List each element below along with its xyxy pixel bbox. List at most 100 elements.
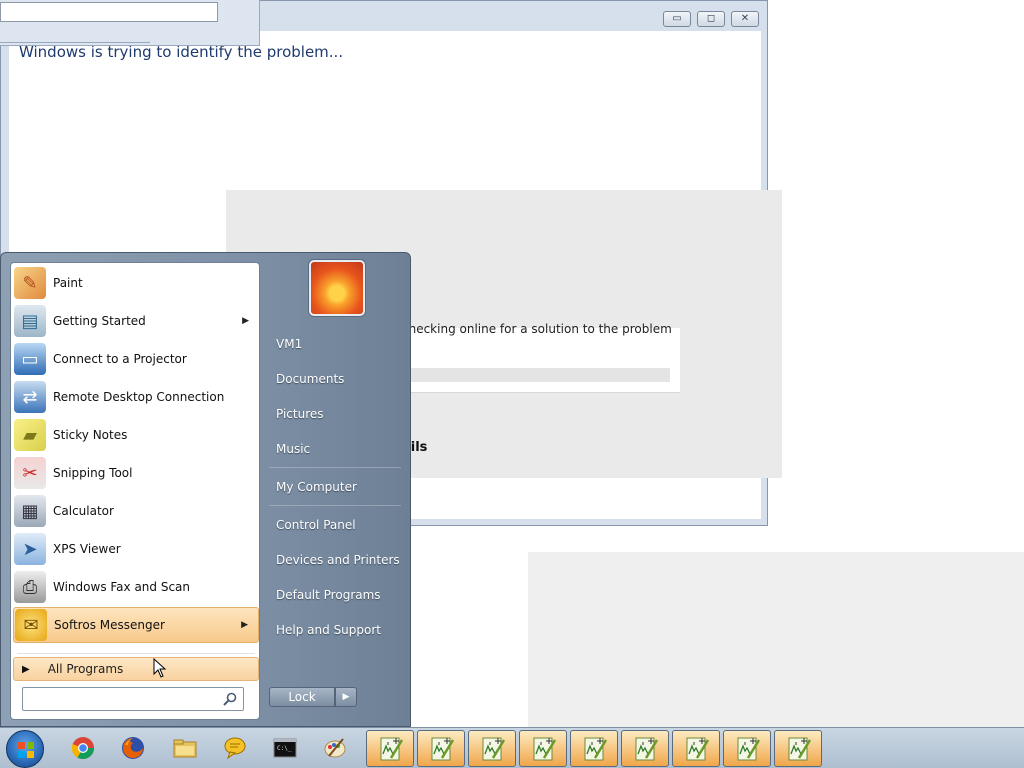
mouse-cursor-icon [153,658,167,678]
notepad-plus-icon [787,736,812,762]
start-right-item[interactable]: Help and Support [265,615,405,645]
start-menu: ✎ Paint ▤ Getting Started ▶ ▭ Connect to a Pro… [0,252,411,727]
program-item[interactable]: ⎙ Windows Fax and Scan [13,569,259,605]
paint-icon [323,736,347,762]
close-button[interactable]: ✕ [731,11,759,27]
file-explorer-icon [173,736,197,762]
start-right-item[interactable]: Documents [265,364,405,394]
program-item[interactable]: ⇄ Remote Desktop Connection [13,379,259,415]
svg-text:C:\_: C:\_ [277,745,292,752]
program-item[interactable]: ▰ Sticky Notes [13,417,259,453]
taskbar-button[interactable] [723,730,771,767]
dialog-text-field[interactable] [0,2,218,22]
small-dialog [0,0,260,46]
chrome-icon [71,736,95,762]
messenger-icon: ✉ [15,609,47,641]
xps-viewer-icon: ➤ [14,533,46,565]
taskbar-button[interactable] [672,730,720,767]
start-right-item[interactable]: Pictures [265,399,405,429]
checking-text: checking online for a solution to the pr… [402,322,672,336]
program-label: Connect to a Projector [53,352,187,366]
notepad-plus-icon [634,736,659,762]
progress-bar [402,368,670,382]
start-right-item[interactable]: Music [265,434,405,464]
taskbar-button[interactable] [108,730,156,767]
getting-started-icon: ▤ [14,305,46,337]
firefox-icon [121,736,145,762]
dialog-divider [0,42,150,54]
notepad-plus-icon [481,736,506,762]
start-right-item[interactable]: Control Panel [265,510,405,540]
shutdown-options-button[interactable]: ▶ [335,687,357,707]
start-button[interactable] [6,730,44,768]
command-prompt-icon: C:\_ [273,736,297,762]
program-label: Getting Started [53,314,146,328]
program-label: Remote Desktop Connection [53,390,225,404]
taskbar-button[interactable] [570,730,618,767]
start-search-box[interactable] [22,687,244,711]
programs-pane: ✎ Paint ▤ Getting Started ▶ ▭ Connect to a Pro… [10,262,260,720]
user-avatar[interactable] [309,260,365,316]
taskbar-button[interactable]: C:\_ [260,730,308,767]
program-item[interactable]: ➤ XPS Viewer [13,531,259,567]
maximize-button[interactable]: ◻ [697,11,725,27]
taskbar-button[interactable] [310,730,358,767]
calculator-icon: ▦ [14,495,46,527]
paint-icon: ✎ [14,267,46,299]
right-pane-separator [269,467,401,468]
right-pane-separator [269,505,401,506]
program-label: Sticky Notes [53,428,128,442]
taskbar-button[interactable] [519,730,567,767]
program-label: XPS Viewer [53,542,121,556]
progress-box [402,328,680,392]
sticky-notes-icon: ▰ [14,419,46,451]
program-label: Calculator [53,504,114,518]
program-item[interactable]: ▦ Calculator [13,493,259,529]
taskbar-button[interactable] [58,730,106,767]
submenu-arrow-icon: ▶ [241,620,248,630]
program-item[interactable]: ▤ Getting Started ▶ [13,303,259,339]
notepad-plus-icon [685,736,710,762]
fax-scan-icon: ⎙ [14,571,46,603]
taskbar-button[interactable] [417,730,465,767]
programs-separator [17,653,255,654]
notepad-plus-icon [583,736,608,762]
lock-button[interactable]: Lock [269,687,335,707]
taskbar-button[interactable] [366,730,414,767]
divider [402,392,680,393]
background-window-right [768,30,1016,552]
background-panel-gray [528,552,1024,728]
taskbar-button[interactable] [774,730,822,767]
search-icon[interactable] [222,691,238,707]
start-right-item[interactable]: My Computer [265,472,405,502]
notepad-plus-icon [532,736,557,762]
taskbar-button[interactable] [468,730,516,767]
all-programs-label: All Programs [47,662,124,676]
background-window-bottom [411,526,528,728]
program-item[interactable]: ▭ Connect to a Projector [13,341,259,377]
windows-logo-icon [18,742,34,758]
start-right-item[interactable]: Devices and Printers [265,545,405,575]
remote-desktop-icon: ⇄ [14,381,46,413]
program-label: Snipping Tool [53,466,133,480]
program-label: Windows Fax and Scan [53,580,191,594]
program-label: Softros Messenger [54,618,165,632]
snipping-tool-icon: ✂ [14,457,46,489]
taskbar: C:\_ [0,727,1024,768]
notepad-plus-icon [736,736,761,762]
program-item[interactable]: ✂ Snipping Tool [13,455,259,491]
all-programs-arrow-icon: ▶ [22,663,30,675]
submenu-arrow-icon: ▶ [242,316,249,326]
program-item[interactable]: ✉ Softros Messenger ▶ [13,607,259,643]
minimize-button[interactable]: ▭ [663,11,691,27]
start-search-input[interactable] [26,690,216,708]
taskbar-button[interactable] [621,730,669,767]
taskbar-button[interactable] [210,730,258,767]
start-right-item[interactable]: Default Programs [265,580,405,610]
taskbar-button[interactable] [160,730,208,767]
start-right-item[interactable]: VM1 [265,329,405,359]
program-item[interactable]: ✎ Paint [13,265,259,301]
program-label: Paint [53,276,83,290]
messenger-icon [223,736,247,762]
all-programs-button[interactable]: ▶ All Programs [13,657,259,681]
